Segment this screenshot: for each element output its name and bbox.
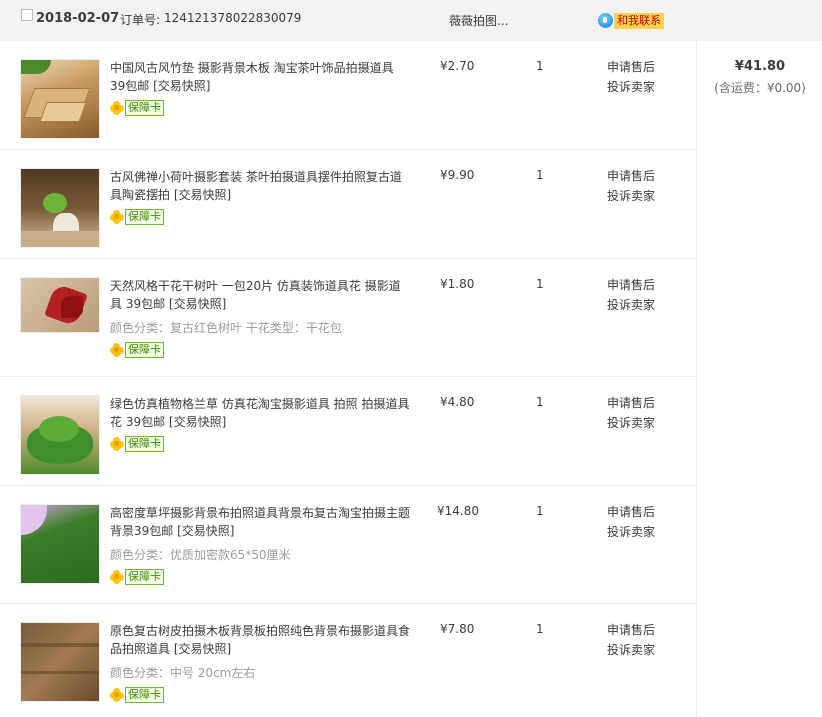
order-header: 2018-02-07 订单号: 124121378022830079 薇薇拍图.… (0, 0, 822, 41)
order-items: 中国风古风竹垫 摄影背景木板 淘宝茶叶饰品拍摄道具 39包邮 [交易快照] 保障… (0, 41, 696, 717)
item-thumbnail[interactable] (20, 277, 100, 333)
item-thumbnail[interactable] (20, 395, 100, 475)
item-thumbnail[interactable] (20, 622, 100, 702)
item-title[interactable]: 古风佛禅小荷叶摄影套装 茶叶拍摄道具摆件拍照复古道具陶瓷摆拍 [交易快照] (110, 168, 410, 204)
item-quantity: 1 (536, 277, 544, 291)
guarantee-badge[interactable]: 保障卡 (110, 342, 164, 358)
order-item-row: 古风佛禅小荷叶摄影套装 茶叶拍摄道具摆件拍照复古道具陶瓷摆拍 [交易快照] 保障… (0, 150, 696, 259)
order-date: 2018-02-07 (36, 11, 120, 26)
item-quantity: 1 (536, 59, 544, 73)
item-operations: 申请售后 投诉卖家 (607, 275, 655, 315)
order-item-row: 原色复古树皮拍摄木板背景板拍照纯色背景布摄影道具食品拍照道具 [交易快照] 颜色… (0, 604, 696, 717)
item-title-text[interactable]: 绿色仿真植物格兰草 仿真花淘宝摄影道具 拍照 拍摄道具花 39包邮 (110, 397, 409, 429)
guarantee-flower-icon (110, 688, 124, 702)
item-title-text[interactable]: 古风佛禅小荷叶摄影套装 茶叶拍摄道具摆件拍照复古道具陶瓷摆拍 (110, 170, 402, 202)
trade-snapshot-link[interactable]: [交易快照] (169, 297, 226, 311)
item-title[interactable]: 中国风古风竹垫 摄影背景木板 淘宝茶叶饰品拍摄道具 39包邮 [交易快照] (110, 59, 410, 95)
item-quantity: 1 (536, 504, 544, 518)
guarantee-badge[interactable]: 保障卡 (110, 209, 164, 225)
item-quantity: 1 (536, 168, 544, 182)
item-title[interactable]: 高密度草坪摄影背景布拍照道具背景布复古淘宝拍摄主题背景39包邮 [交易快照] (110, 504, 410, 540)
apply-after-sale-link[interactable]: 申请售后 (607, 393, 655, 413)
guarantee-badge-label: 保障卡 (125, 569, 164, 585)
item-spec: 颜色分类：优质加密款65*50厘米 (110, 548, 291, 562)
guarantee-badge[interactable]: 保障卡 (110, 569, 164, 585)
order-checkbox[interactable] (21, 9, 33, 21)
item-thumbnail[interactable] (20, 168, 100, 248)
item-price: ¥1.80 (440, 277, 475, 291)
guarantee-badge-label: 保障卡 (125, 436, 164, 452)
guarantee-badge-label: 保障卡 (125, 100, 164, 116)
shop-name-link[interactable]: 薇薇拍图... (449, 12, 508, 29)
guarantee-flower-icon (110, 437, 124, 451)
item-operations: 申请售后 投诉卖家 (607, 166, 655, 206)
apply-after-sale-link[interactable]: 申请售后 (607, 275, 655, 295)
item-spec: 颜色分类：复古红色树叶 干花类型：干花包 (110, 321, 342, 335)
item-thumbnail[interactable] (20, 59, 100, 139)
item-title[interactable]: 绿色仿真植物格兰草 仿真花淘宝摄影道具 拍照 拍摄道具花 39包邮 [交易快照] (110, 395, 410, 431)
order-number: 124121378022830079 (164, 11, 302, 25)
apply-after-sale-link[interactable]: 申请售后 (607, 166, 655, 186)
item-operations: 申请售后 投诉卖家 (607, 57, 655, 97)
trade-snapshot-link[interactable]: [交易快照] (169, 415, 226, 429)
order-item-row: 高密度草坪摄影背景布拍照道具背景布复古淘宝拍摄主题背景39包邮 [交易快照] 颜… (0, 486, 696, 604)
guarantee-badge[interactable]: 保障卡 (110, 436, 164, 452)
item-title[interactable]: 原色复古树皮拍摄木板背景板拍照纯色背景布摄影道具食品拍照道具 [交易快照] (110, 622, 410, 658)
item-price: ¥14.80 (437, 504, 479, 518)
contact-seller-label: 和我联系 (614, 12, 664, 29)
guarantee-flower-icon (110, 101, 124, 115)
item-title-text[interactable]: 天然风格干花干树叶 一包20片 仿真装饰道具花 摄影道具 39包邮 (110, 279, 401, 311)
guarantee-badge-label: 保障卡 (125, 687, 164, 703)
complain-seller-link[interactable]: 投诉卖家 (607, 522, 655, 542)
guarantee-badge-label: 保障卡 (125, 342, 164, 358)
item-quantity: 1 (536, 395, 544, 409)
apply-after-sale-link[interactable]: 申请售后 (607, 620, 655, 640)
wangwang-chat-icon (598, 13, 613, 28)
complain-seller-link[interactable]: 投诉卖家 (607, 640, 655, 660)
item-price: ¥4.80 (440, 395, 475, 409)
item-title-text[interactable]: 高密度草坪摄影背景布拍照道具背景布复古淘宝拍摄主题背景39包邮 (110, 506, 410, 538)
complain-seller-link[interactable]: 投诉卖家 (607, 413, 655, 433)
order-item-row: 绿色仿真植物格兰草 仿真花淘宝摄影道具 拍照 拍摄道具花 39包邮 [交易快照]… (0, 377, 696, 486)
item-price: ¥9.90 (440, 168, 475, 182)
complain-seller-link[interactable]: 投诉卖家 (607, 77, 655, 97)
trade-snapshot-link[interactable]: [交易快照] (153, 79, 210, 93)
apply-after-sale-link[interactable]: 申请售后 (607, 502, 655, 522)
guarantee-badge[interactable]: 保障卡 (110, 687, 164, 703)
complain-seller-link[interactable]: 投诉卖家 (607, 295, 655, 315)
guarantee-flower-icon (110, 343, 124, 357)
item-operations: 申请售后 投诉卖家 (607, 502, 655, 542)
order-total: ¥41.80 (734, 59, 786, 74)
order-number-label: 订单号: (120, 13, 161, 27)
guarantee-badge-label: 保障卡 (125, 209, 164, 225)
apply-after-sale-link[interactable]: 申请售后 (607, 57, 655, 77)
guarantee-flower-icon (110, 210, 124, 224)
item-title[interactable]: 天然风格干花干树叶 一包20片 仿真装饰道具花 摄影道具 39包邮 [交易快照] (110, 277, 410, 313)
item-thumbnail[interactable] (20, 504, 100, 584)
item-operations: 申请售后 投诉卖家 (607, 620, 655, 660)
order-item-row: 中国风古风竹垫 摄影背景木板 淘宝茶叶饰品拍摄道具 39包邮 [交易快照] 保障… (0, 41, 696, 150)
shipping-fee: (含运费：¥0.00) (714, 81, 806, 95)
item-price: ¥7.80 (440, 622, 475, 636)
item-spec: 颜色分类：中号 20cm左右 (110, 666, 256, 680)
contact-seller-button[interactable]: 和我联系 (598, 12, 664, 29)
item-title-text[interactable]: 原色复古树皮拍摄木板背景板拍照纯色背景布摄影道具食品拍照道具 (110, 624, 410, 656)
item-quantity: 1 (536, 622, 544, 636)
order-item-row: 天然风格干花干树叶 一包20片 仿真装饰道具花 摄影道具 39包邮 [交易快照]… (0, 259, 696, 377)
trade-snapshot-link[interactable]: [交易快照] (177, 524, 234, 538)
item-price: ¥2.70 (440, 59, 475, 73)
trade-snapshot-link[interactable]: [交易快照] (174, 188, 231, 202)
guarantee-badge[interactable]: 保障卡 (110, 100, 164, 116)
complain-seller-link[interactable]: 投诉卖家 (607, 186, 655, 206)
item-operations: 申请售后 投诉卖家 (607, 393, 655, 433)
guarantee-flower-icon (110, 570, 124, 584)
trade-snapshot-link[interactable]: [交易快照] (174, 642, 231, 656)
order-summary: ¥41.80 (含运费：¥0.00) (696, 41, 822, 717)
